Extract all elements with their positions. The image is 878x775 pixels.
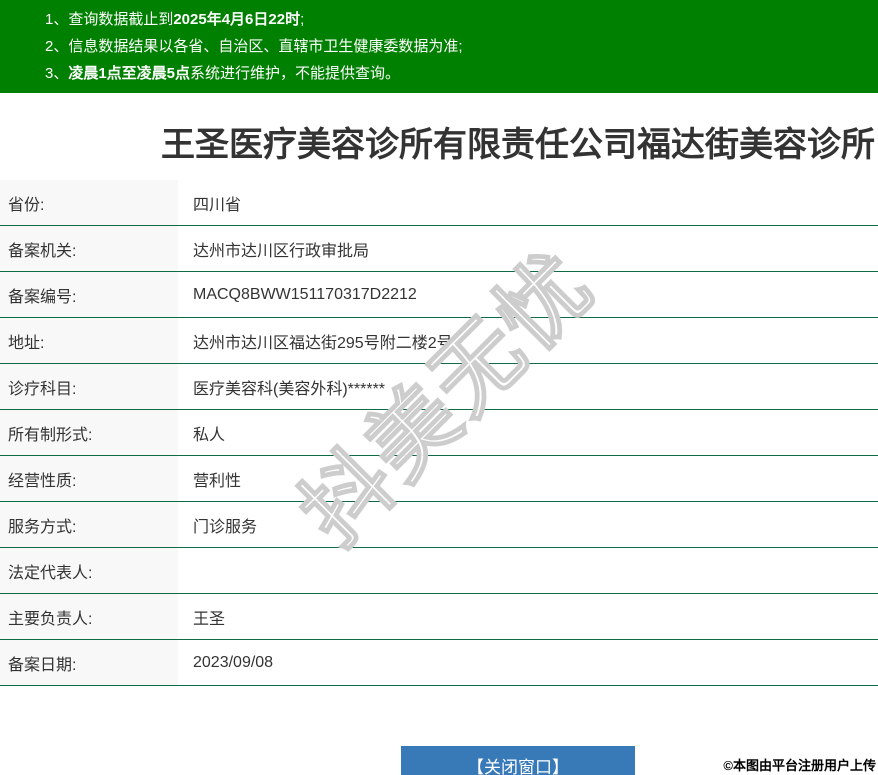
table-row-registration-date: 备案日期: 2023/09/08 [0,640,878,686]
page-viewport: 1、查询数据截止到2025年4月6日22时; 2、信息数据结果以各省、自治区、直… [0,0,878,775]
table-row-ownership-form: 所有制形式: 私人 [0,410,878,456]
table-row-main-person-in-charge: 主要负责人: 王圣 [0,594,878,640]
field-label: 省份: [0,180,178,225]
notice-text-bold: 2025年4月6日22时 [173,11,300,28]
table-row-registration-authority: 备案机关: 达州市达川区行政审批局 [0,226,878,272]
field-label: 备案编号: [0,272,178,317]
field-label: 备案机关: [0,226,178,271]
field-label: 备案日期: [0,640,178,685]
notice-text-segment: 2、信息数据结果以各省、自治区、直辖市卫生健康委数据为准; [45,38,463,55]
table-row-business-nature: 经营性质: 营利性 [0,456,878,502]
notice-text-segment: 1、查询数据截止到 [45,11,173,28]
field-label: 地址: [0,318,178,363]
field-value: 达州市达川区福达街295号附二楼2号 [178,318,878,363]
field-value: 门诊服务 [178,502,878,547]
field-value: 私人 [178,410,878,455]
notice-text-segment: 系统进行维护，不能提供查询。 [190,65,400,82]
field-value: 四川省 [178,180,878,225]
notice-line-2: 2、信息数据结果以各省、自治区、直辖市卫生健康委数据为准; [45,33,878,60]
close-window-button[interactable]: 【关闭窗口】 [401,746,635,775]
field-value [178,548,878,593]
field-label: 经营性质: [0,456,178,501]
table-row-treatment-subjects: 诊疗科目: 医疗美容科(美容外科)****** [0,364,878,410]
registration-info-table: 省份: 四川省 备案机关: 达州市达川区行政审批局 备案编号: MACQ8BWW… [0,180,878,686]
copyright-overlay: ©本图由平台注册用户上传 [723,755,876,774]
field-value: 2023/09/08 [178,640,878,685]
field-label: 服务方式: [0,502,178,547]
field-label: 主要负责人: [0,594,178,639]
field-label: 诊疗科目: [0,364,178,409]
notice-line-3: 3、凌晨1点至凌晨5点系统进行维护，不能提供查询。 [45,60,878,87]
page-title: 王圣医疗美容诊所有限责任公司福达街美容诊所 [0,123,878,167]
field-value: 营利性 [178,456,878,501]
table-row-address: 地址: 达州市达川区福达街295号附二楼2号 [0,318,878,364]
field-label: 法定代表人: [0,548,178,593]
notice-text-bold: 凌晨1点至凌晨5点 [68,65,190,82]
table-row-legal-representative: 法定代表人: [0,548,878,594]
notice-line-1: 1、查询数据截止到2025年4月6日22时; [45,6,878,33]
field-value: 王圣 [178,594,878,639]
field-value: 医疗美容科(美容外科)****** [178,364,878,409]
table-row-registration-number: 备案编号: MACQ8BWW151170317D2212 [0,272,878,318]
table-row-province: 省份: 四川省 [0,180,878,226]
field-value: MACQ8BWW151170317D2212 [178,272,878,317]
field-label: 所有制形式: [0,410,178,455]
field-value: 达州市达川区行政审批局 [178,226,878,271]
notice-banner: 1、查询数据截止到2025年4月6日22时; 2、信息数据结果以各省、自治区、直… [0,0,878,93]
content-container: 1、查询数据截止到2025年4月6日22时; 2、信息数据结果以各省、自治区、直… [0,0,878,686]
table-row-service-mode: 服务方式: 门诊服务 [0,502,878,548]
notice-text-segment: 3、 [45,65,68,82]
notice-text-segment: ; [300,11,304,28]
